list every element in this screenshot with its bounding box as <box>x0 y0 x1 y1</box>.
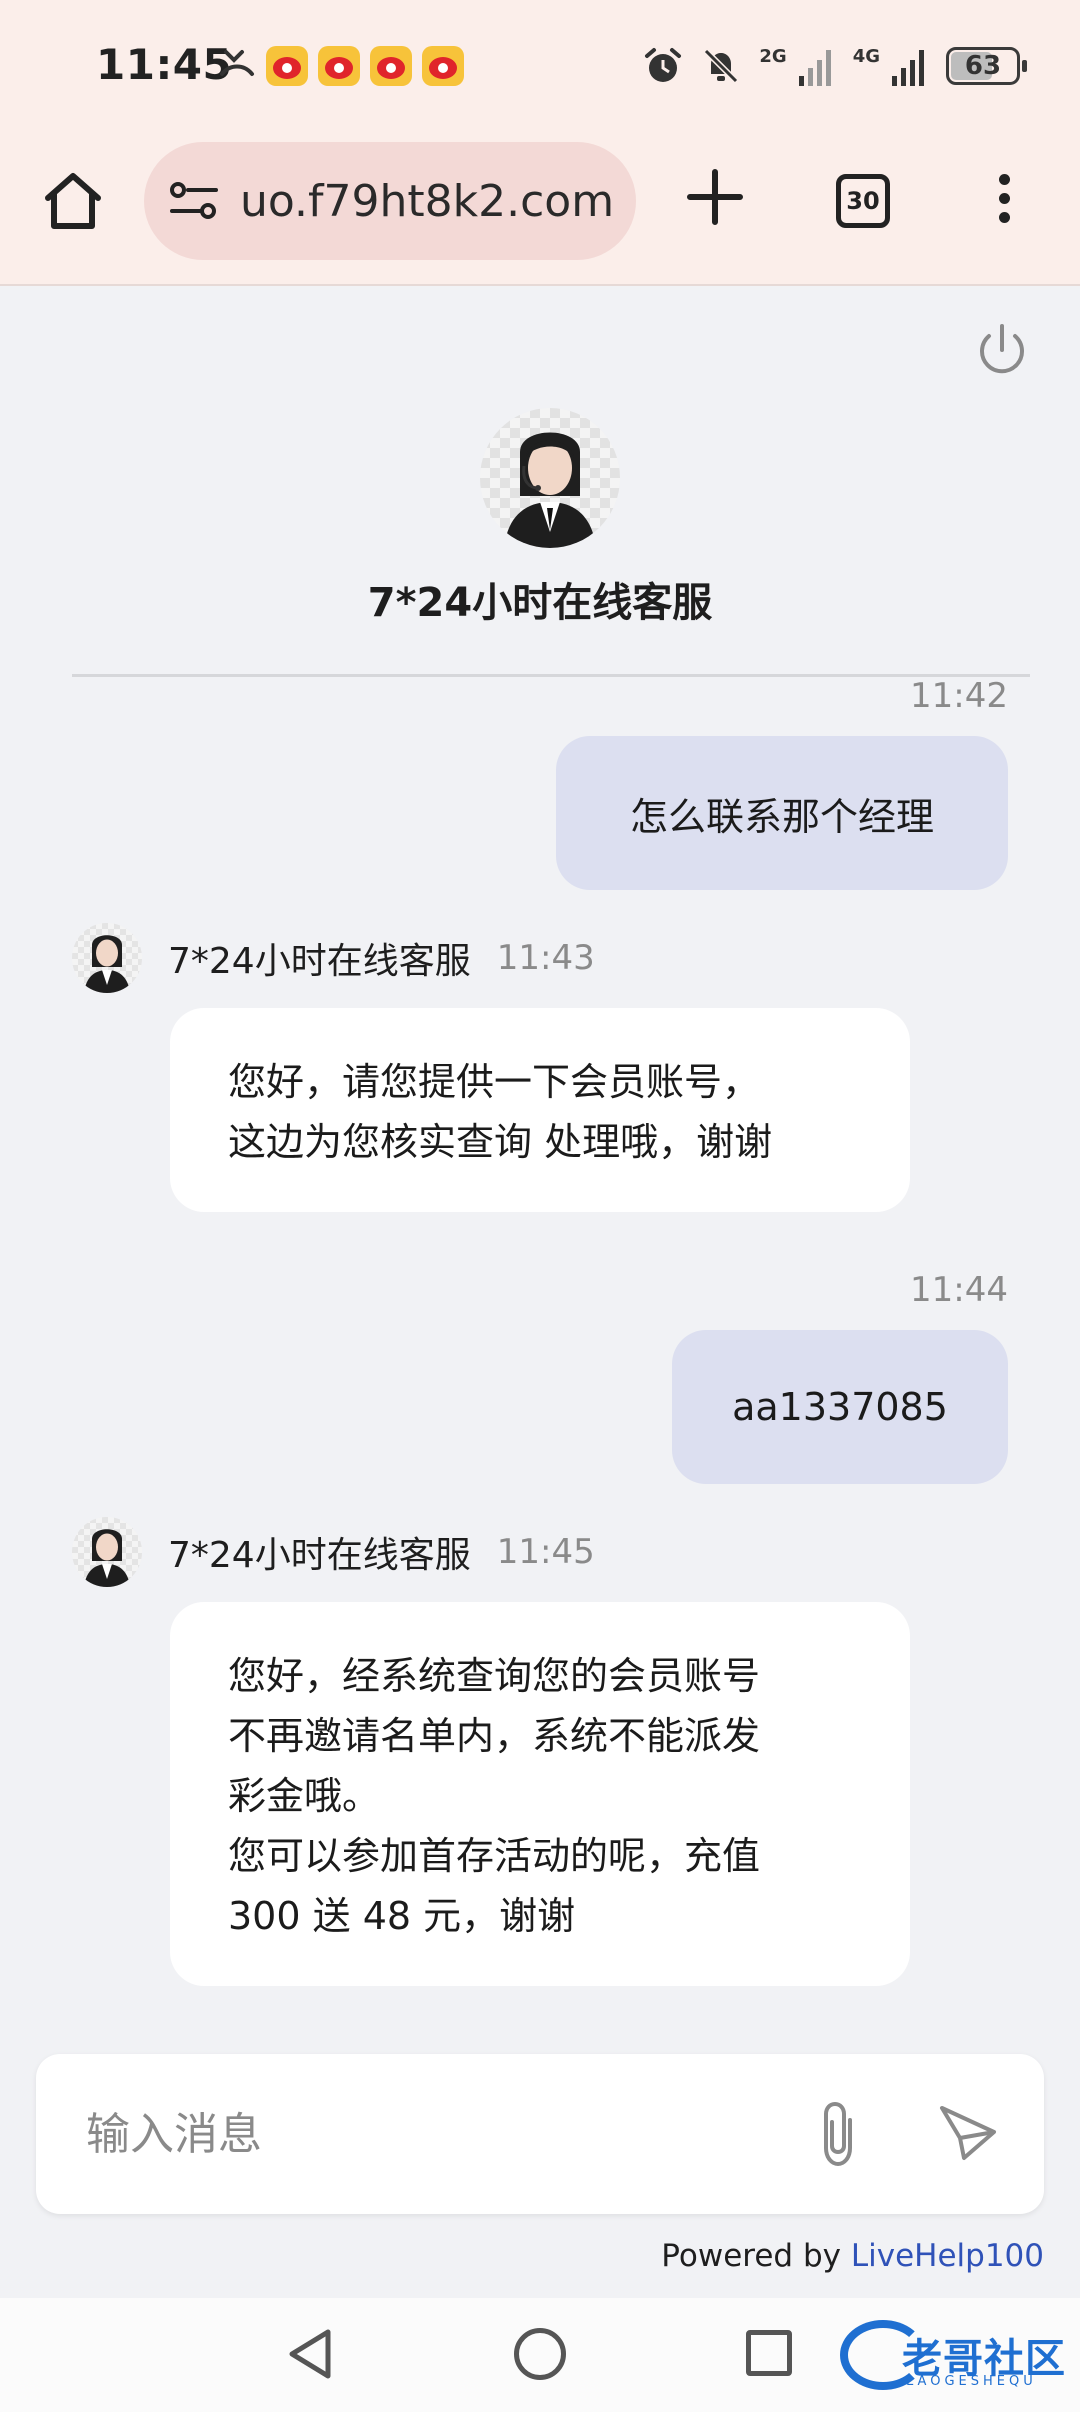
message-text: 不再邀请名单内，系统不能派发 <box>228 1714 761 1758</box>
new-tab-icon[interactable] <box>684 166 746 228</box>
message-text: aa1337085 <box>732 1385 948 1429</box>
more-menu-icon[interactable] <box>996 174 1012 230</box>
agent-message-bubble: 您好，经系统查询您的会员账号 不再邀请名单内，系统不能派发 彩金哦。 您可以参加… <box>170 1602 910 1986</box>
tabs-icon[interactable]: 30 <box>836 174 890 228</box>
network-type-label: 4G <box>852 45 880 67</box>
chat-window: 7*24小时在线客服 11:42 怎么联系那个经理 7*24小时在线客服 11:… <box>0 288 1080 2278</box>
message-text: 怎么联系那个经理 <box>629 794 934 839</box>
agent-avatar <box>480 408 620 548</box>
user-message-bubble: aa1337085 <box>672 1330 1008 1484</box>
battery-icon: 63 <box>946 47 1027 85</box>
home-icon[interactable] <box>40 168 106 234</box>
watermark-logo: 老哥社区 LAOGESHEQU <box>840 2316 1070 2396</box>
power-icon[interactable] <box>972 322 1032 382</box>
message-text: 您可以参加首存活动的呢，充值 <box>228 1834 761 1878</box>
agent-name: 7*24小时在线客服 <box>168 1535 471 1576</box>
message-time: 11:44 <box>910 1270 1008 1310</box>
message-input[interactable] <box>86 2094 786 2174</box>
message-time: 11:45 <box>496 1532 595 1572</box>
alarm-icon <box>645 48 682 82</box>
system-nav-bar: 老哥社区 LAOGESHEQU <box>0 2298 1080 2412</box>
message-text: 彩金哦。 <box>228 1774 381 1818</box>
status-bar: 11:45 2G 4G 63 <box>0 0 1080 138</box>
weibo-icon <box>318 46 360 86</box>
screen: 11:45 2G 4G 63 uo.f79ht8k2.com 30 7*24小时… <box>0 0 1080 2412</box>
message-text: 300 送 48 元，谢谢 <box>228 1894 576 1938</box>
agent-message-bubble: 您好，请您提供一下会员账号， 这边为您核实查询 处理哦，谢谢 <box>170 1008 910 1212</box>
mute-icon <box>704 48 739 84</box>
agent-name: 7*24小时在线客服 <box>168 941 471 982</box>
chat-agent-title: 7*24小时在线客服 <box>367 580 713 626</box>
signal-icon <box>892 50 924 86</box>
message-text: 您好，请您提供一下会员账号， <box>228 1060 761 1104</box>
powered-by: Powered by LiveHelp100 <box>661 2238 1044 2274</box>
agent-message-header: 7*24小时在线客服 11:45 <box>72 1516 595 1588</box>
watermark-subtext: LAOGESHEQU <box>906 2374 1037 2389</box>
weibo-icon <box>266 46 308 86</box>
weibo-icon <box>422 46 464 86</box>
battery-level: 63 <box>964 51 1002 81</box>
address-bar[interactable]: uo.f79ht8k2.com <box>144 142 636 260</box>
attachment-icon[interactable] <box>814 2098 862 2170</box>
message-text: 这边为您核实查询 处理哦，谢谢 <box>228 1120 773 1164</box>
send-icon[interactable] <box>936 2100 1000 2164</box>
tab-count: 30 <box>846 187 880 215</box>
user-message-bubble: 怎么联系那个经理 <box>556 736 1008 890</box>
powered-by-label: Powered by <box>661 2238 841 2274</box>
message-time: 11:43 <box>496 938 595 978</box>
back-icon[interactable] <box>284 2326 336 2382</box>
url-text: uo.f79ht8k2.com <box>240 176 615 227</box>
browser-toolbar: uo.f79ht8k2.com 30 <box>0 138 1080 286</box>
network-type-label: 2G <box>759 45 787 67</box>
recents-icon[interactable] <box>746 2330 792 2376</box>
message-time: 11:42 <box>910 676 1008 716</box>
message-text: 您好，经系统查询您的会员账号 <box>228 1654 761 1698</box>
livehelp-link[interactable]: LiveHelp100 <box>851 2238 1044 2274</box>
home-nav-icon[interactable] <box>514 2328 566 2380</box>
signal-icon <box>798 50 831 86</box>
agent-avatar <box>72 923 142 993</box>
status-time: 11:45 <box>96 40 233 89</box>
weibo-icon <box>370 46 412 86</box>
agent-avatar <box>72 1517 142 1587</box>
agent-message-header: 7*24小时在线客服 11:43 <box>72 922 595 994</box>
missed-call-icon <box>220 50 254 76</box>
message-composer <box>36 2054 1044 2214</box>
header-divider <box>72 674 1030 677</box>
site-settings-icon[interactable] <box>168 180 220 222</box>
